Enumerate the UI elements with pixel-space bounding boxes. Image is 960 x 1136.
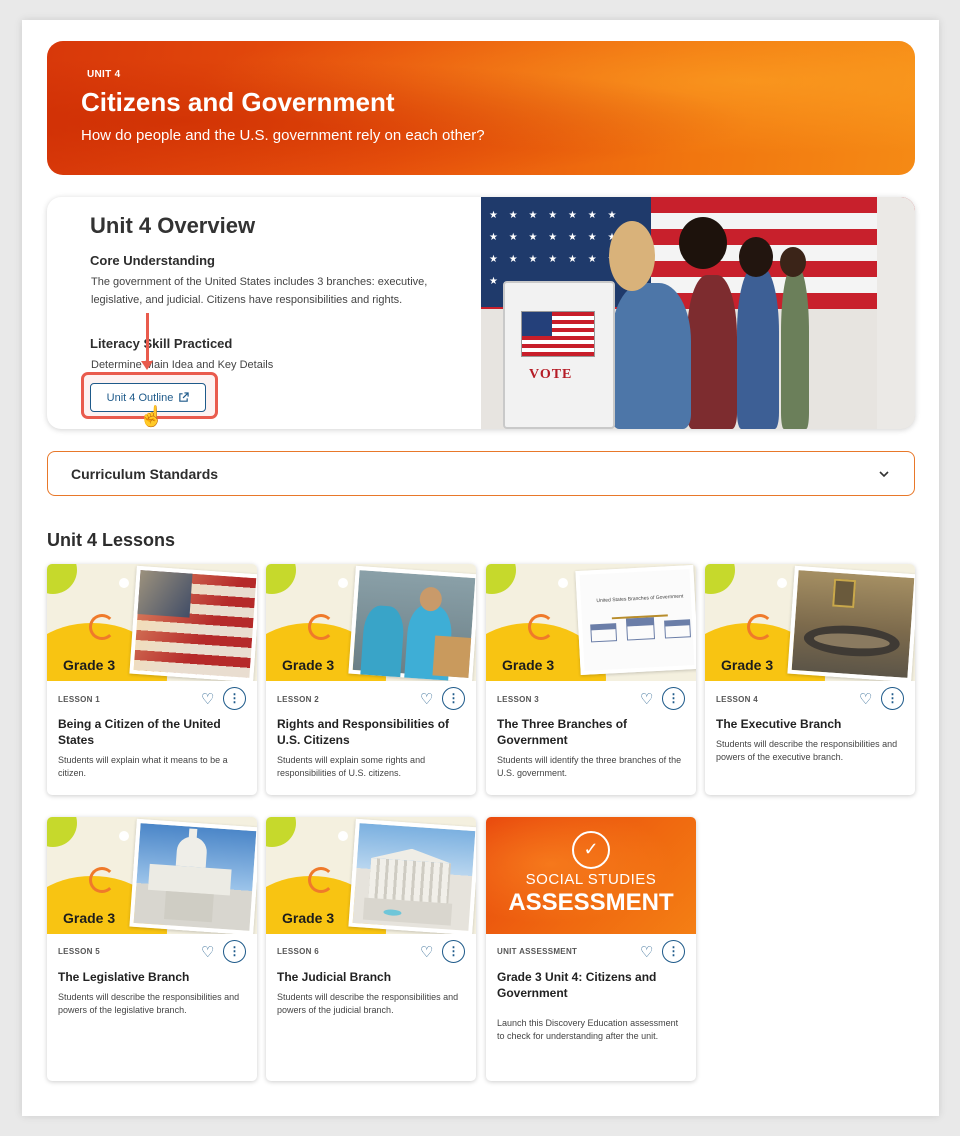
heart-outline-icon[interactable]: ♡ — [201, 690, 214, 708]
lesson-number: LESSON 4 — [716, 695, 758, 704]
curriculum-standards-accordion[interactable]: Curriculum Standards — [47, 451, 915, 496]
lesson-title[interactable]: Being a Citizen of the United States — [58, 716, 248, 748]
lesson-thumbnail: Grade 3 — [47, 817, 257, 934]
voting-booth-image: VOTE — [481, 197, 915, 429]
grade-label: Grade 3 — [63, 910, 116, 926]
vertical-dots-icon[interactable]: ⋮ — [881, 687, 904, 710]
grade-label: Grade 3 — [282, 910, 335, 926]
lesson-title[interactable]: The Judicial Branch — [277, 969, 467, 985]
grade-label: Grade 3 — [282, 657, 335, 673]
vertical-dots-icon[interactable]: ⋮ — [662, 687, 685, 710]
lesson-card[interactable]: United States Branches of Government Gra… — [486, 564, 696, 795]
booth-flag — [521, 311, 595, 357]
lesson-description: Students will explain some rights and re… — [277, 755, 426, 778]
assessment-title[interactable]: Grade 3 Unit 4: Citizens and Government — [497, 969, 687, 1001]
lesson-card[interactable]: Grade 3 LESSON 1 ♡ ⋮ Being a Citizen of … — [47, 564, 257, 795]
lesson-thumbnail: Grade 3 — [266, 564, 476, 681]
overview-title: Unit 4 Overview — [90, 213, 256, 238]
lesson-title[interactable]: The Legislative Branch — [58, 969, 248, 985]
core-understanding-text: The government of the United States incl… — [91, 276, 428, 306]
vertical-dots-icon[interactable]: ⋮ — [223, 940, 246, 963]
lesson-title[interactable]: The Executive Branch — [716, 716, 906, 732]
unit-overview-card: Unit 4 Overview Core Understanding The g… — [47, 197, 915, 429]
unit-essential-question: How do people and the U.S. government re… — [81, 127, 485, 144]
assessment-banner-line2: ASSESSMENT — [508, 889, 674, 916]
lesson-card[interactable]: Grade 3 LESSON 2 ♡ ⋮ Rights and Responsi… — [266, 564, 476, 795]
lesson-number: LESSON 6 — [277, 947, 319, 956]
external-link-icon — [179, 392, 190, 402]
heart-outline-icon[interactable]: ♡ — [640, 690, 653, 708]
lesson-thumbnail: Grade 3 — [266, 817, 476, 934]
lesson-card[interactable]: Grade 3 LESSON 4 ♡ ⋮ The Executive Branc… — [705, 564, 915, 795]
unit-page: UNIT 4 Citizens and Government How do pe… — [22, 20, 939, 1116]
lesson-number: LESSON 3 — [497, 695, 539, 704]
chevron-down-icon — [879, 471, 889, 478]
lesson-description: Students will explain what it means to b… — [58, 755, 228, 778]
vertical-dots-icon[interactable]: ⋮ — [442, 687, 465, 710]
assessment-description: Launch this Discovery Education assessme… — [497, 1018, 679, 1041]
lesson-description: Students will identify the three branche… — [497, 755, 682, 778]
unit-outline-label: Unit 4 Outline — [106, 391, 174, 404]
lesson-number: LESSON 2 — [277, 695, 319, 704]
heart-outline-icon[interactable]: ♡ — [420, 943, 433, 961]
grade-label: Grade 3 — [502, 657, 555, 673]
lesson-description: Students will describe the responsibilit… — [277, 992, 459, 1015]
unit-kicker: UNIT 4 — [87, 69, 121, 80]
heart-outline-icon[interactable]: ♡ — [640, 943, 653, 961]
lesson-thumbnail: United States Branches of Government Gra… — [486, 564, 696, 681]
lesson-thumbnail: Grade 3 — [705, 564, 915, 681]
assessment-type: UNIT ASSESSMENT — [497, 947, 578, 956]
heart-outline-icon[interactable]: ♡ — [420, 690, 433, 708]
curriculum-standards-label: Curriculum Standards — [71, 466, 219, 482]
lessons-section-title: Unit 4 Lessons — [47, 530, 176, 550]
literacy-skill-heading: Literacy Skill Practiced — [90, 336, 233, 351]
ballot-booth: VOTE — [503, 281, 615, 429]
grade-label: Grade 3 — [63, 657, 116, 673]
lesson-thumbnail: Grade 3 — [47, 564, 257, 681]
lesson-description: Students will describe the responsibilit… — [58, 992, 240, 1015]
vertical-dots-icon[interactable]: ⋮ — [442, 940, 465, 963]
grade-label: Grade 3 — [721, 657, 774, 673]
unit-hero-banner: UNIT 4 Citizens and Government How do pe… — [47, 41, 915, 175]
heart-outline-icon[interactable]: ♡ — [201, 943, 214, 961]
check-circle-icon: ✓ — [572, 831, 610, 869]
unit-title: Citizens and Government — [81, 87, 395, 117]
vertical-dots-icon[interactable]: ⋮ — [223, 687, 246, 710]
vertical-dots-icon[interactable]: ⋮ — [662, 940, 685, 963]
assessment-thumbnail: ✓ SOCIAL STUDIES ASSESSMENT — [486, 817, 696, 934]
lesson-card[interactable]: Grade 3 LESSON 6 ♡ ⋮ The Judicial Branch… — [266, 817, 476, 1081]
assessment-banner-line1: SOCIAL STUDIES — [525, 871, 657, 888]
heart-outline-icon[interactable]: ♡ — [859, 690, 872, 708]
lesson-number: LESSON 5 — [58, 947, 100, 956]
core-understanding-heading: Core Understanding — [90, 253, 215, 268]
lesson-title[interactable]: The Three Branches of Government — [497, 716, 687, 748]
lesson-title[interactable]: Rights and Responsibilities of U.S. Citi… — [277, 716, 467, 748]
annotation-arrow — [141, 313, 153, 370]
assessment-card[interactable]: ✓ SOCIAL STUDIES ASSESSMENT UNIT ASSESSM… — [486, 817, 696, 1081]
lesson-number: LESSON 1 — [58, 695, 100, 704]
lesson-description: Students will describe the responsibilit… — [716, 739, 898, 762]
vote-sign: VOTE — [529, 367, 573, 382]
hand-pointer-icon: ☝ — [139, 406, 164, 428]
lesson-card[interactable]: Grade 3 LESSON 5 ♡ ⋮ The Legislative Bra… — [47, 817, 257, 1081]
diagram-caption: United States Branches of Government — [596, 593, 684, 605]
